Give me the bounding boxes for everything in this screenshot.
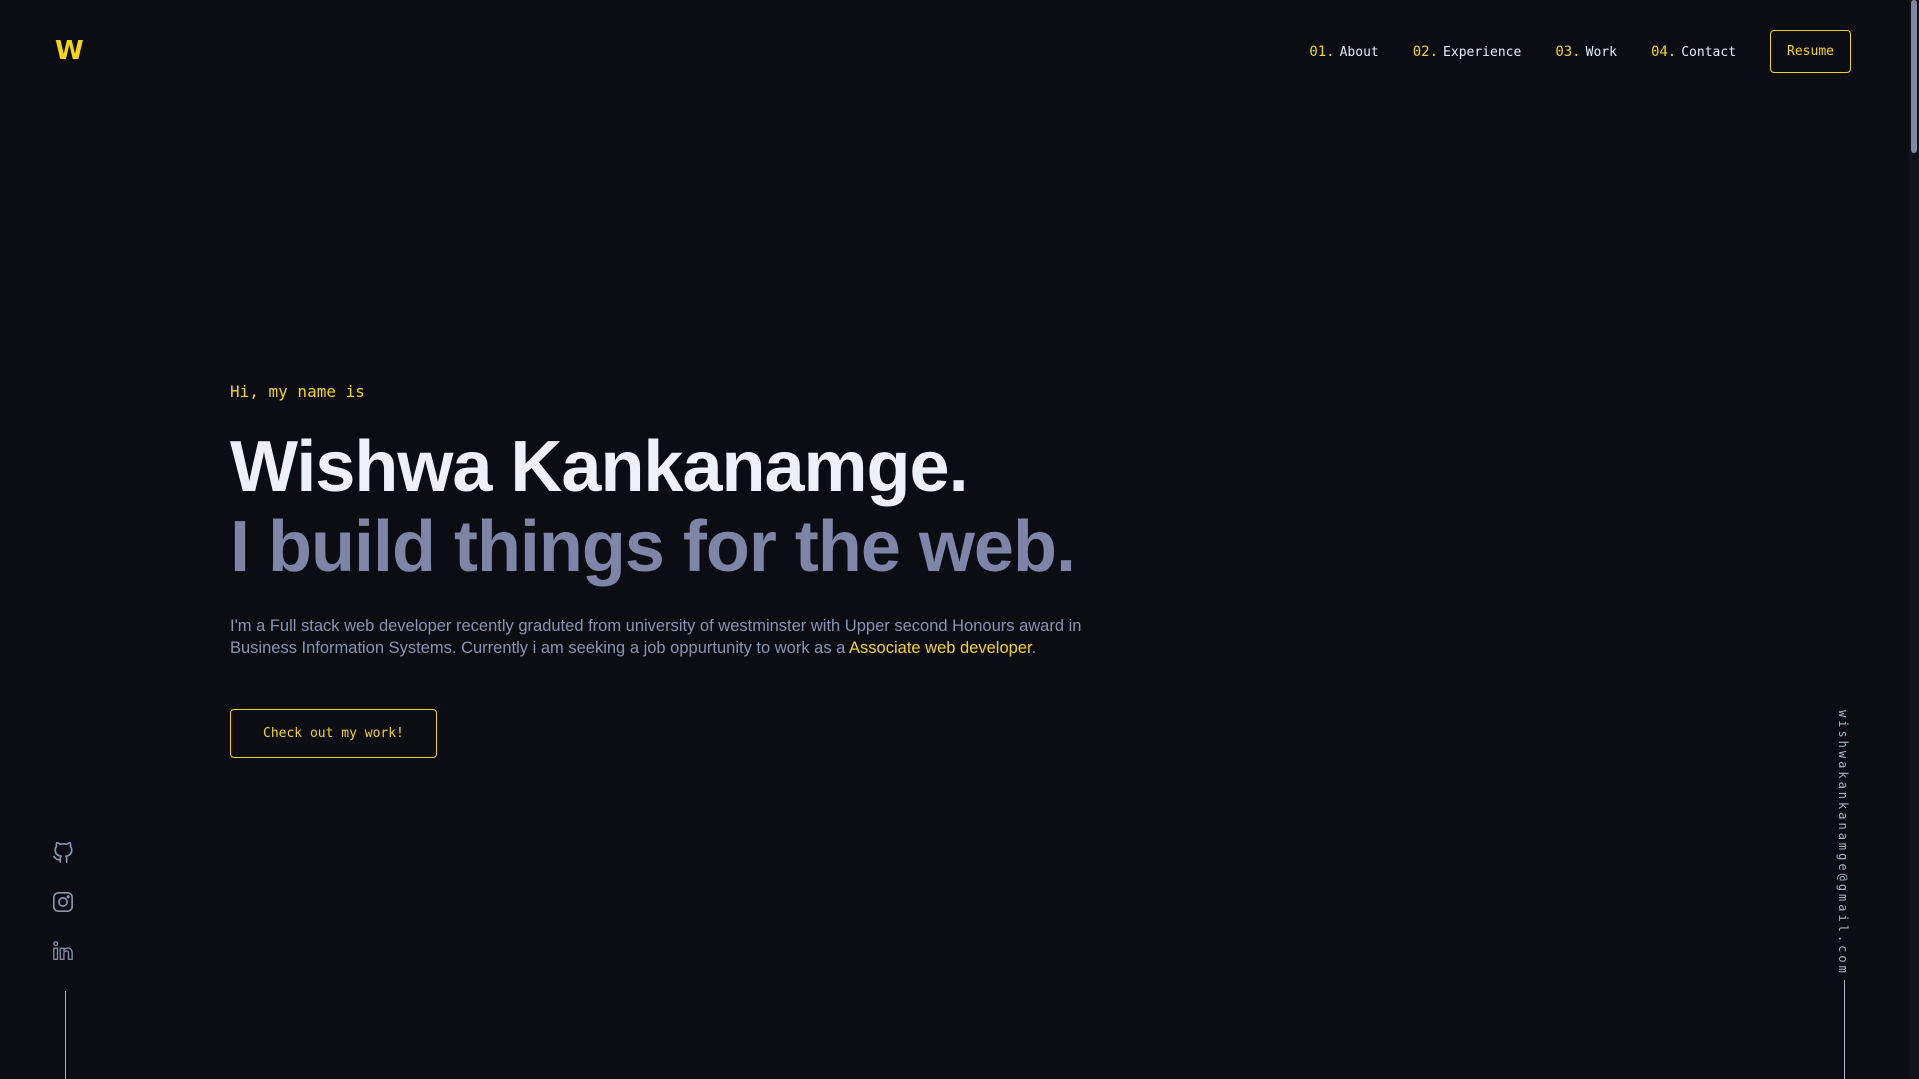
nav-label: About — [1339, 44, 1379, 60]
linkedin-icon[interactable] — [52, 940, 78, 966]
description-end: . — [1031, 639, 1037, 657]
nav-contact[interactable]: 04. Contact — [1651, 44, 1736, 60]
email-link[interactable]: wishwakankanamge@gmail.com — [1836, 710, 1850, 976]
logo[interactable]: W — [55, 36, 84, 66]
nav-number: 01. — [1309, 43, 1335, 60]
hero-tagline: I build things for the web. — [230, 507, 1076, 587]
nav-label: Work — [1585, 44, 1617, 60]
nav-label: Contact — [1681, 44, 1737, 60]
nav-about[interactable]: 01. About — [1309, 44, 1378, 60]
nav-number: 02. — [1412, 43, 1439, 60]
hero-description: I'm a Full stack web developer recently … — [230, 615, 1130, 659]
hero-name: Wishwa Kankanamge. — [230, 427, 969, 507]
nav-work[interactable]: 03. Work — [1555, 44, 1617, 60]
hero-section: Hi, my name is Wishwa Kankanamge. I buil… — [230, 382, 1130, 758]
nav-experience[interactable]: 02. Experience — [1413, 44, 1522, 60]
instagram-icon[interactable] — [52, 891, 78, 917]
highlight-role: Associate web developer — [849, 639, 1032, 657]
main-nav: 01. About 02. Experience 03. Work 04. Contac… — [1309, 30, 1851, 73]
resume-button[interactable]: Resume — [1770, 30, 1851, 73]
scrollbar-thumb[interactable] — [1911, 0, 1917, 153]
social-divider-line — [65, 991, 66, 1079]
scrollbar[interactable] — [1909, 0, 1919, 1079]
check-out-work-button[interactable]: Check out my work! — [230, 709, 437, 758]
email-divider-line — [1844, 980, 1845, 1079]
greeting: Hi, my name is — [230, 382, 365, 401]
nav-number: 03. — [1555, 43, 1581, 60]
github-icon[interactable] — [52, 842, 78, 868]
nav-number: 04. — [1650, 43, 1677, 60]
nav-label: Experience — [1443, 44, 1522, 60]
